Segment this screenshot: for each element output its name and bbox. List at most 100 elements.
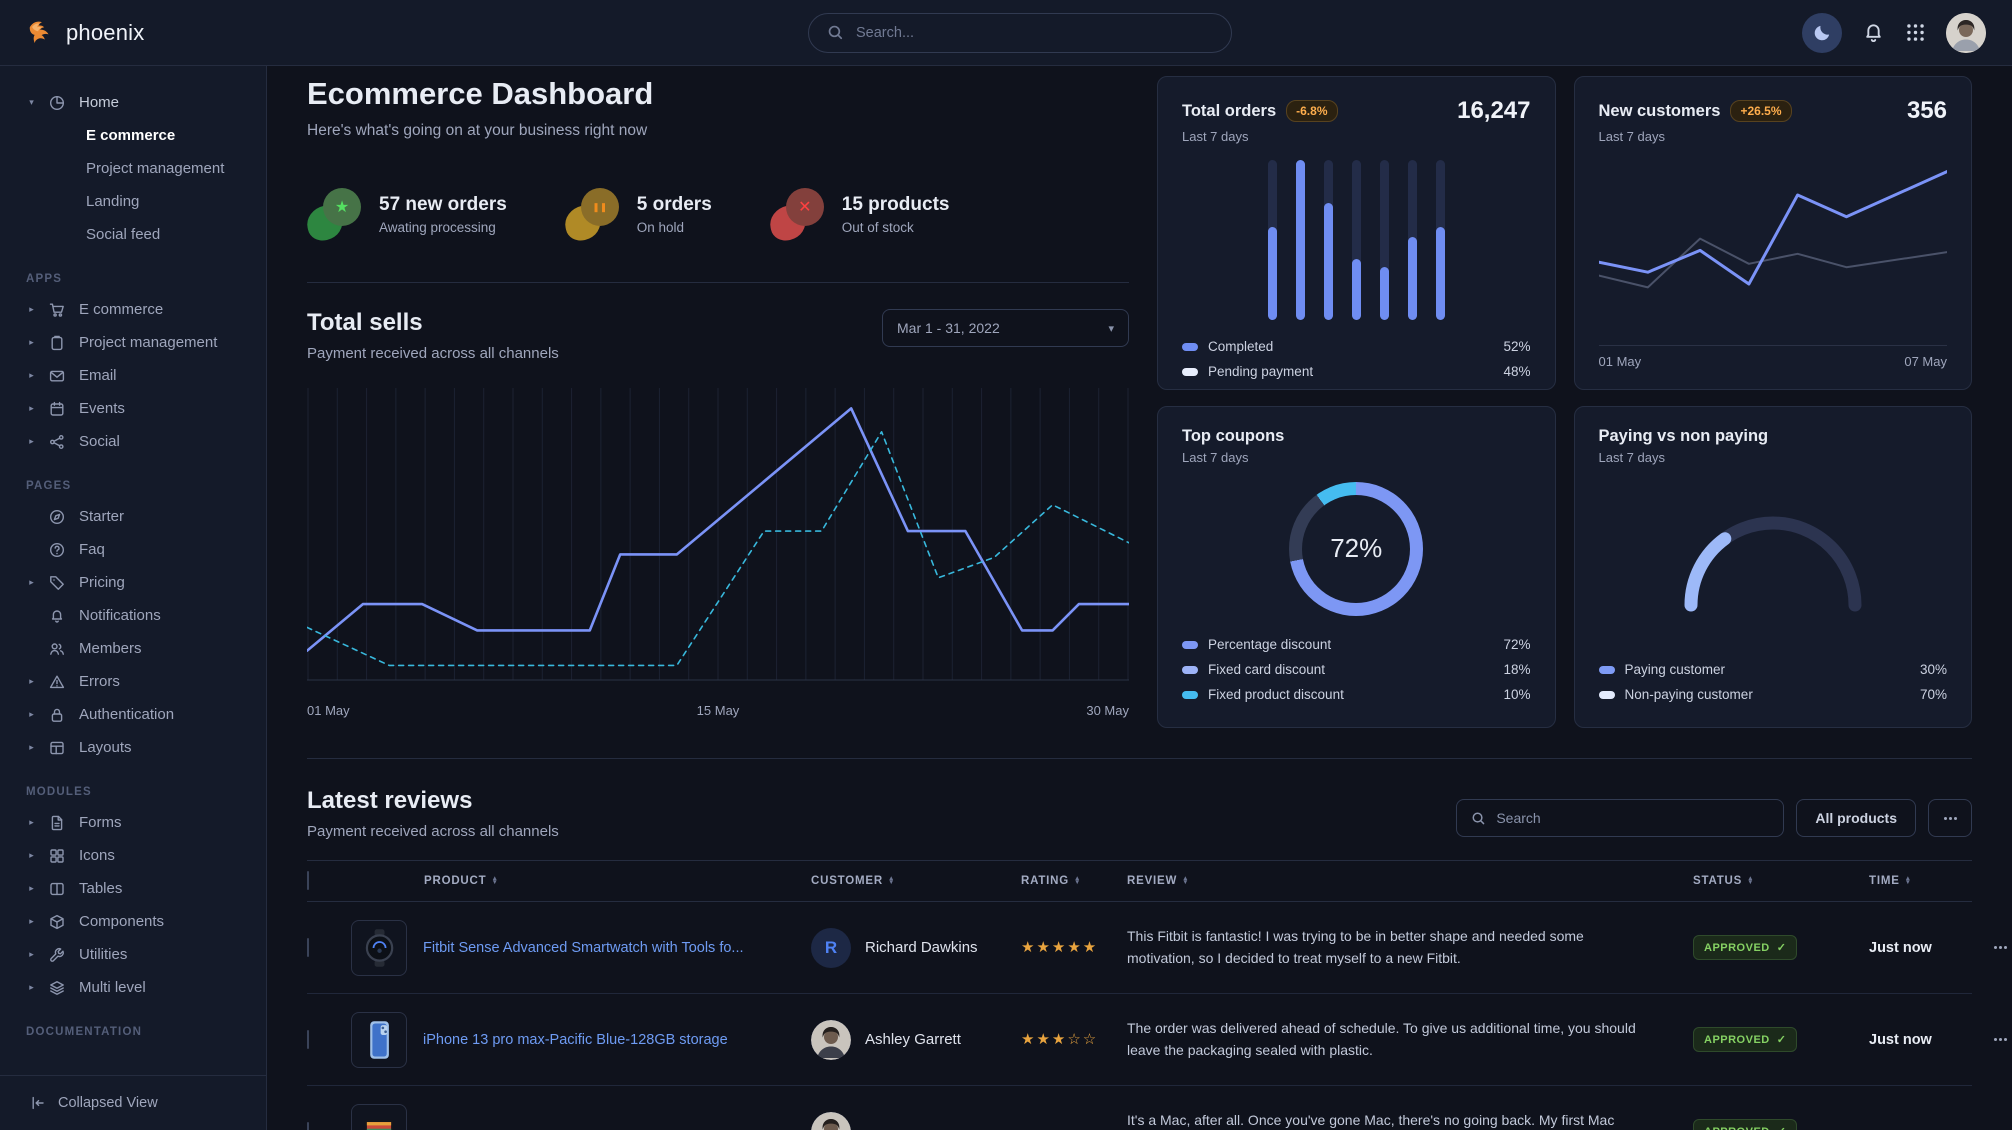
sidebar-item-starter[interactable]: Starter (0, 500, 266, 533)
order-bar (1408, 160, 1417, 320)
paying-legend: Paying customer30%Non-paying customer70% (1599, 657, 1948, 707)
product-link[interactable]: Fitbit Sense Advanced Smartwatch with To… (423, 940, 744, 956)
product-thumbnail[interactable] (351, 920, 407, 976)
global-search-input[interactable] (856, 25, 1213, 41)
latest-reviews-section: Latest reviews Payment received across a… (307, 758, 1972, 1130)
customer-avatar (811, 1112, 851, 1130)
legend-item: Fixed product discount10% (1182, 682, 1531, 707)
collapse-left-icon (30, 1095, 46, 1111)
sidebar-item-pricing[interactable]: ▸Pricing (0, 566, 266, 599)
compass-icon (49, 509, 67, 525)
product-thumbnail[interactable] (351, 1012, 407, 1068)
row-menu-button[interactable] (1999, 1038, 2002, 1041)
sidebar-item-multi-level[interactable]: ▸Multi level (0, 971, 266, 1004)
legend-value: 30% (1920, 662, 1947, 677)
phoenix-logo-icon (26, 18, 56, 48)
select-all-checkbox[interactable] (307, 871, 309, 890)
date-range-select[interactable]: Mar 1 - 31, 2022 ▾ (882, 309, 1129, 347)
sidebar-item-home[interactable]: ▾Home (0, 86, 266, 119)
sidebar-item-label: Multi level (79, 979, 146, 996)
theme-toggle-button[interactable] (1802, 13, 1842, 53)
ellipsis-icon (1999, 946, 2002, 949)
sidebar-item-events[interactable]: ▸Events (0, 392, 266, 425)
sidebar-subitem-e-commerce[interactable]: E commerce (0, 119, 266, 152)
caret-right-icon: ▸ (26, 883, 37, 894)
review-text: The order was delivered ahead of schedul… (1127, 1018, 1693, 1061)
sidebar-item-social[interactable]: ▸Social (0, 425, 266, 458)
collapse-view-button[interactable]: Collapsed View (0, 1075, 266, 1130)
card-title: New customers (1599, 102, 1721, 121)
card-period: Last 7 days (1599, 129, 1948, 144)
stat-title: 57 new orders (379, 194, 507, 216)
sidebar-item-notifications[interactable]: Notifications (0, 599, 266, 632)
sidebar-item-label: Utilities (79, 946, 127, 963)
customer-avatar: R (811, 928, 851, 968)
user-avatar[interactable] (1946, 13, 1986, 53)
sidebar-item-components[interactable]: ▸Components (0, 905, 266, 938)
sidebar-subitem-landing[interactable]: Landing (0, 185, 266, 218)
mail-icon (49, 368, 67, 384)
help-icon (49, 542, 67, 558)
brand-logo[interactable]: phoenix (26, 18, 144, 48)
reviews-more-button[interactable] (1928, 799, 1972, 837)
reviews-search-input[interactable] (1496, 810, 1769, 826)
collapse-view-label: Collapsed View (58, 1095, 158, 1111)
sidebar-item-project-management[interactable]: ▸Project management (0, 326, 266, 359)
legend-swatch (1182, 641, 1198, 649)
caret-right-icon: ▸ (26, 403, 37, 414)
column-header-time[interactable]: TIME▲▼ (1869, 875, 1999, 887)
legend-swatch (1599, 691, 1615, 699)
product-link[interactable]: iPhone 13 pro max-Pacific Blue-128GB sto… (423, 1032, 728, 1048)
top-coupons-card: Top coupons Last 7 days 72% Percentage d… (1157, 406, 1556, 728)
caret-right-icon: ▸ (26, 949, 37, 960)
search-icon (1471, 811, 1486, 826)
caret-right-icon: ▸ (26, 337, 37, 348)
row-checkbox[interactable] (307, 938, 309, 957)
card-value: 16,247 (1457, 97, 1530, 125)
sidebar-subitem-social-feed[interactable]: Social feed (0, 218, 266, 251)
row-checkbox[interactable] (307, 1122, 309, 1130)
column-header-rating[interactable]: RATING▲▼ (1021, 875, 1127, 887)
page-title: Ecommerce Dashboard (307, 76, 1129, 112)
row-menu-button[interactable] (1999, 946, 2002, 949)
status-badge: APPROVED ✓ (1693, 935, 1797, 960)
sidebar-item-authentication[interactable]: ▸Authentication (0, 698, 266, 731)
ellipsis-icon (1999, 1038, 2002, 1041)
sidebar-item-e-commerce[interactable]: ▸E commerce (0, 293, 266, 326)
sidebar-nav: ▾HomeE commerceProject managementLanding… (0, 66, 266, 1038)
global-search[interactable] (808, 13, 1232, 53)
legend-label: Non-paying customer (1625, 687, 1753, 702)
sidebar-subitem-project-management[interactable]: Project management (0, 152, 266, 185)
sidebar-item-layouts[interactable]: ▸Layouts (0, 731, 266, 764)
apps-menu-button[interactable] (1905, 22, 1926, 43)
date-range-value: Mar 1 - 31, 2022 (897, 320, 1000, 336)
reviews-search[interactable] (1456, 799, 1784, 837)
column-header-product[interactable]: PRODUCT▲▼ (351, 875, 811, 887)
trend-badge: +26.5% (1730, 100, 1791, 122)
column-header-review[interactable]: REVIEW▲▼ (1127, 875, 1693, 887)
sidebar-section-label: PAGES (26, 480, 266, 492)
legend-label: Fixed product discount (1208, 687, 1344, 702)
sidebar-item-email[interactable]: ▸Email (0, 359, 266, 392)
sidebar-item-tables[interactable]: ▸Tables (0, 872, 266, 905)
stat-subtitle: On hold (637, 220, 712, 235)
sidebar-item-utilities[interactable]: ▸ Utilities (0, 938, 266, 971)
sidebar-item-label: Notifications (79, 607, 161, 624)
wrench-icon (49, 947, 67, 963)
legend-swatch (1599, 666, 1615, 674)
sidebar-item-icons[interactable]: ▸Icons (0, 839, 266, 872)
row-checkbox[interactable] (307, 1030, 309, 1049)
product-thumbnail[interactable] (351, 1104, 407, 1130)
coupons-donut-chart: 72% (1289, 482, 1423, 616)
column-header-customer[interactable]: CUSTOMER▲▼ (811, 875, 1021, 887)
notifications-button[interactable] (1862, 21, 1885, 44)
sidebar-item-members[interactable]: Members (0, 632, 266, 665)
sidebar-item-label: Starter (79, 508, 124, 525)
sidebar-item-errors[interactable]: ▸Errors (0, 665, 266, 698)
all-products-button[interactable]: All products (1796, 799, 1916, 837)
new-customers-line-chart (1599, 154, 1948, 341)
stat-subtitle: Out of stock (842, 220, 950, 235)
sidebar-item-faq[interactable]: Faq (0, 533, 266, 566)
sidebar-item-forms[interactable]: ▸Forms (0, 806, 266, 839)
column-header-status[interactable]: STATUS▲▼ (1693, 875, 1869, 887)
